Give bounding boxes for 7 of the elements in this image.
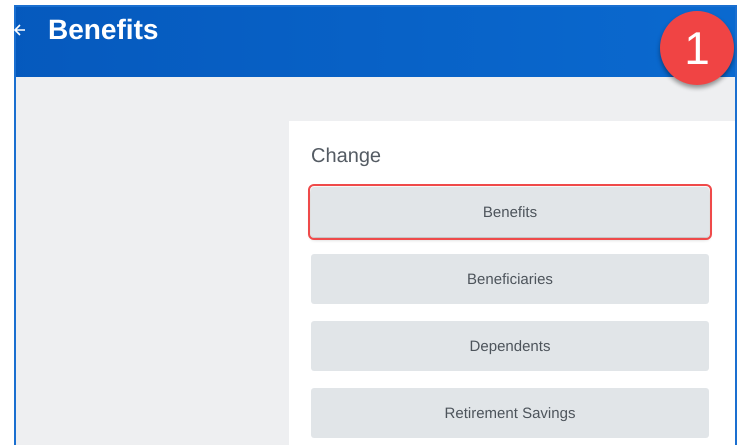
section-title: Change bbox=[311, 145, 382, 168]
option-button[interactable]: Dependents bbox=[311, 321, 709, 371]
option-button[interactable]: Benefits bbox=[311, 187, 709, 237]
page-title: Benefits bbox=[48, 13, 158, 47]
back-arrow-icon[interactable] bbox=[14, 23, 26, 37]
option-button[interactable]: Retirement Savings bbox=[311, 388, 709, 438]
option-button[interactable]: Beneficiaries bbox=[311, 254, 709, 304]
